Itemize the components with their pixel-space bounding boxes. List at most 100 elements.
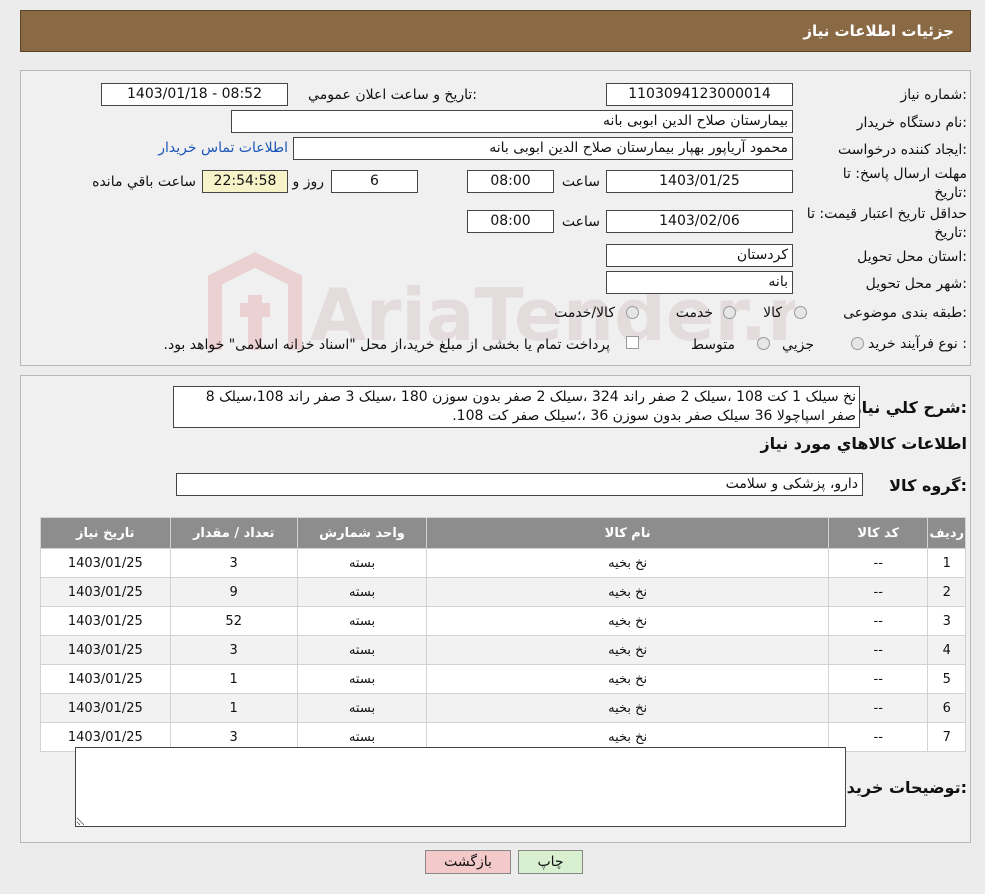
page-header: جزئیات اطلاعات نیاز bbox=[20, 10, 971, 52]
cell-row-number: 6 bbox=[928, 694, 965, 722]
category-goods-radio[interactable] bbox=[794, 306, 807, 319]
cell-unit: بسته bbox=[297, 636, 427, 664]
cell-quantity: 9 bbox=[170, 578, 297, 606]
cell-goods-code: -- bbox=[829, 694, 928, 722]
validity-label-line2: تاریخ: bbox=[934, 225, 967, 241]
table-header-row: تاریخ نیاز تعداد / مقدار واحد شمارش نام … bbox=[41, 518, 965, 548]
process-minor-label: جزیي bbox=[782, 337, 814, 353]
cell-need-date: 1403/01/25 bbox=[41, 636, 170, 664]
buyer-notes-label: توضیحات خریدار: bbox=[831, 778, 967, 797]
treasury-payment-checkbox[interactable] bbox=[626, 336, 639, 349]
creator-field: محمود آریاپور بهپار بیمارستان صلاح الدین… bbox=[293, 137, 793, 160]
cell-goods-name: نخ بخیه bbox=[427, 578, 829, 606]
contact-buyer-link[interactable]: اطلاعات تماس خریدار bbox=[158, 140, 288, 156]
col-unit: واحد شمارش bbox=[297, 518, 427, 548]
table-row: 1403/01/25 3 بسته نخ بخیه -- 4 bbox=[41, 636, 965, 664]
goods-group-label: گروه کالا: bbox=[889, 476, 967, 495]
goods-group-field: دارو، پزشکی و سلامت bbox=[176, 473, 863, 496]
cell-goods-code: -- bbox=[829, 636, 928, 664]
city-label: شهر محل تحویل: bbox=[865, 276, 967, 292]
description-textarea: نخ سیلک 1 کت 108 ،سیلک 2 صفر راند 324 ،س… bbox=[173, 386, 860, 428]
table-row: 1403/01/25 9 بسته نخ بخیه -- 2 bbox=[41, 578, 965, 606]
cell-goods-code: -- bbox=[829, 549, 928, 577]
need-number-field: 1103094123000014 bbox=[606, 83, 793, 106]
deadline-label-line1: مهلت ارسال پاسخ: تا bbox=[842, 166, 967, 182]
days-label: روز و bbox=[292, 174, 325, 190]
remaining-time-field: 22:54:58 bbox=[202, 170, 288, 193]
announce-field: 1403/01/18 - 08:52 bbox=[101, 83, 288, 106]
back-button[interactable]: بازگشت bbox=[425, 850, 511, 874]
validity-time-field: 08:00 bbox=[467, 210, 554, 233]
creator-label: ایجاد کننده درخواست: bbox=[838, 142, 967, 158]
deadline-date-field: 1403/01/25 bbox=[606, 170, 793, 193]
process-medium-radio[interactable] bbox=[757, 337, 770, 350]
deadline-time-field: 08:00 bbox=[467, 170, 554, 193]
cell-goods-name: نخ بخیه bbox=[427, 549, 829, 577]
category-label: طبقه بندی موضوعی: bbox=[843, 305, 967, 321]
table-row: 1403/01/25 1 بسته نخ بخیه -- 5 bbox=[41, 665, 965, 693]
days-field: 6 bbox=[331, 170, 418, 193]
province-label: استان محل تحویل: bbox=[857, 249, 967, 265]
table-row: 1403/01/25 3 بسته نخ بخیه -- 1 bbox=[41, 549, 965, 577]
cell-goods-name: نخ بخیه bbox=[427, 607, 829, 635]
page-title: جزئیات اطلاعات نیاز bbox=[803, 22, 954, 40]
cell-goods-name: نخ بخیه bbox=[427, 694, 829, 722]
cell-goods-code: -- bbox=[829, 665, 928, 693]
cell-goods-name: نخ بخیه bbox=[427, 665, 829, 693]
cell-quantity: 1 bbox=[170, 694, 297, 722]
goods-table: تاریخ نیاز تعداد / مقدار واحد شمارش نام … bbox=[40, 517, 966, 752]
table-row: 1403/01/25 52 بسته نخ بخیه -- 3 bbox=[41, 607, 965, 635]
cell-unit: بسته bbox=[297, 607, 427, 635]
announce-label: تاریخ و ساعت اعلان عمومي: bbox=[308, 87, 477, 103]
deadline-label: مهلت ارسال پاسخ: تا تاریخ: bbox=[843, 165, 967, 203]
col-need-date: تاریخ نیاز bbox=[41, 518, 170, 548]
cell-quantity: 52 bbox=[170, 607, 297, 635]
category-goods-service-label: کالا/خدمت bbox=[554, 305, 615, 321]
col-row-number: ردیف bbox=[928, 518, 965, 548]
category-goods-service-radio[interactable] bbox=[626, 306, 639, 319]
cell-unit: بسته bbox=[297, 694, 427, 722]
remaining-label: ساعت باقي مانده bbox=[92, 174, 196, 190]
process-medium-label: متوسط bbox=[691, 337, 735, 353]
category-service-radio[interactable] bbox=[723, 306, 736, 319]
category-goods-label: کالا bbox=[763, 305, 782, 321]
process-label: نوع فرآیند خرید : bbox=[868, 336, 967, 352]
description-text: نخ سیلک 1 کت 108 ،سیلک 2 صفر راند 324 ،س… bbox=[205, 389, 856, 424]
validity-time-label: ساعت bbox=[561, 214, 600, 230]
cell-need-date: 1403/01/25 bbox=[41, 694, 170, 722]
cell-need-date: 1403/01/25 bbox=[41, 578, 170, 606]
cell-need-date: 1403/01/25 bbox=[41, 549, 170, 577]
city-field: بانه bbox=[606, 271, 793, 294]
cell-unit: بسته bbox=[297, 665, 427, 693]
cell-quantity: 3 bbox=[170, 549, 297, 577]
cell-quantity: 3 bbox=[170, 636, 297, 664]
cell-unit: بسته bbox=[297, 549, 427, 577]
province-field: کردستان bbox=[606, 244, 793, 267]
col-goods-code: کد کالا bbox=[829, 518, 928, 548]
cell-need-date: 1403/01/25 bbox=[41, 607, 170, 635]
buyer-org-field: بیمارستان صلاح الدین ابوبی بانه bbox=[231, 110, 793, 133]
need-number-label: شماره نیاز: bbox=[900, 87, 967, 103]
col-goods-name: نام کالا bbox=[427, 518, 829, 548]
validity-label-line1: حداقل تاریخ اعتبار قیمت: تا bbox=[806, 206, 967, 222]
process-minor-radio[interactable] bbox=[851, 337, 864, 350]
deadline-label-line2: تاریخ: bbox=[934, 185, 967, 201]
buyer-notes-textarea[interactable] bbox=[75, 747, 846, 827]
description-label: شرح کلي نیاز: bbox=[852, 398, 967, 417]
col-quantity: تعداد / مقدار bbox=[170, 518, 297, 548]
print-button[interactable]: چاپ bbox=[518, 850, 583, 874]
cell-row-number: 4 bbox=[928, 636, 965, 664]
cell-need-date: 1403/01/25 bbox=[41, 665, 170, 693]
validity-date-field: 1403/02/06 bbox=[606, 210, 793, 233]
cell-unit: بسته bbox=[297, 578, 427, 606]
validity-label: حداقل تاریخ اعتبار قیمت: تا تاریخ: bbox=[807, 205, 967, 243]
category-service-label: خدمت bbox=[675, 305, 713, 321]
cell-goods-name: نخ بخیه bbox=[427, 636, 829, 664]
table-row: 1403/01/25 1 بسته نخ بخیه -- 6 bbox=[41, 694, 965, 722]
cell-goods-code: -- bbox=[829, 607, 928, 635]
cell-row-number: 3 bbox=[928, 607, 965, 635]
cell-row-number: 2 bbox=[928, 578, 965, 606]
cell-row-number: 5 bbox=[928, 665, 965, 693]
cell-row-number: 1 bbox=[928, 549, 965, 577]
cell-quantity: 1 bbox=[170, 665, 297, 693]
